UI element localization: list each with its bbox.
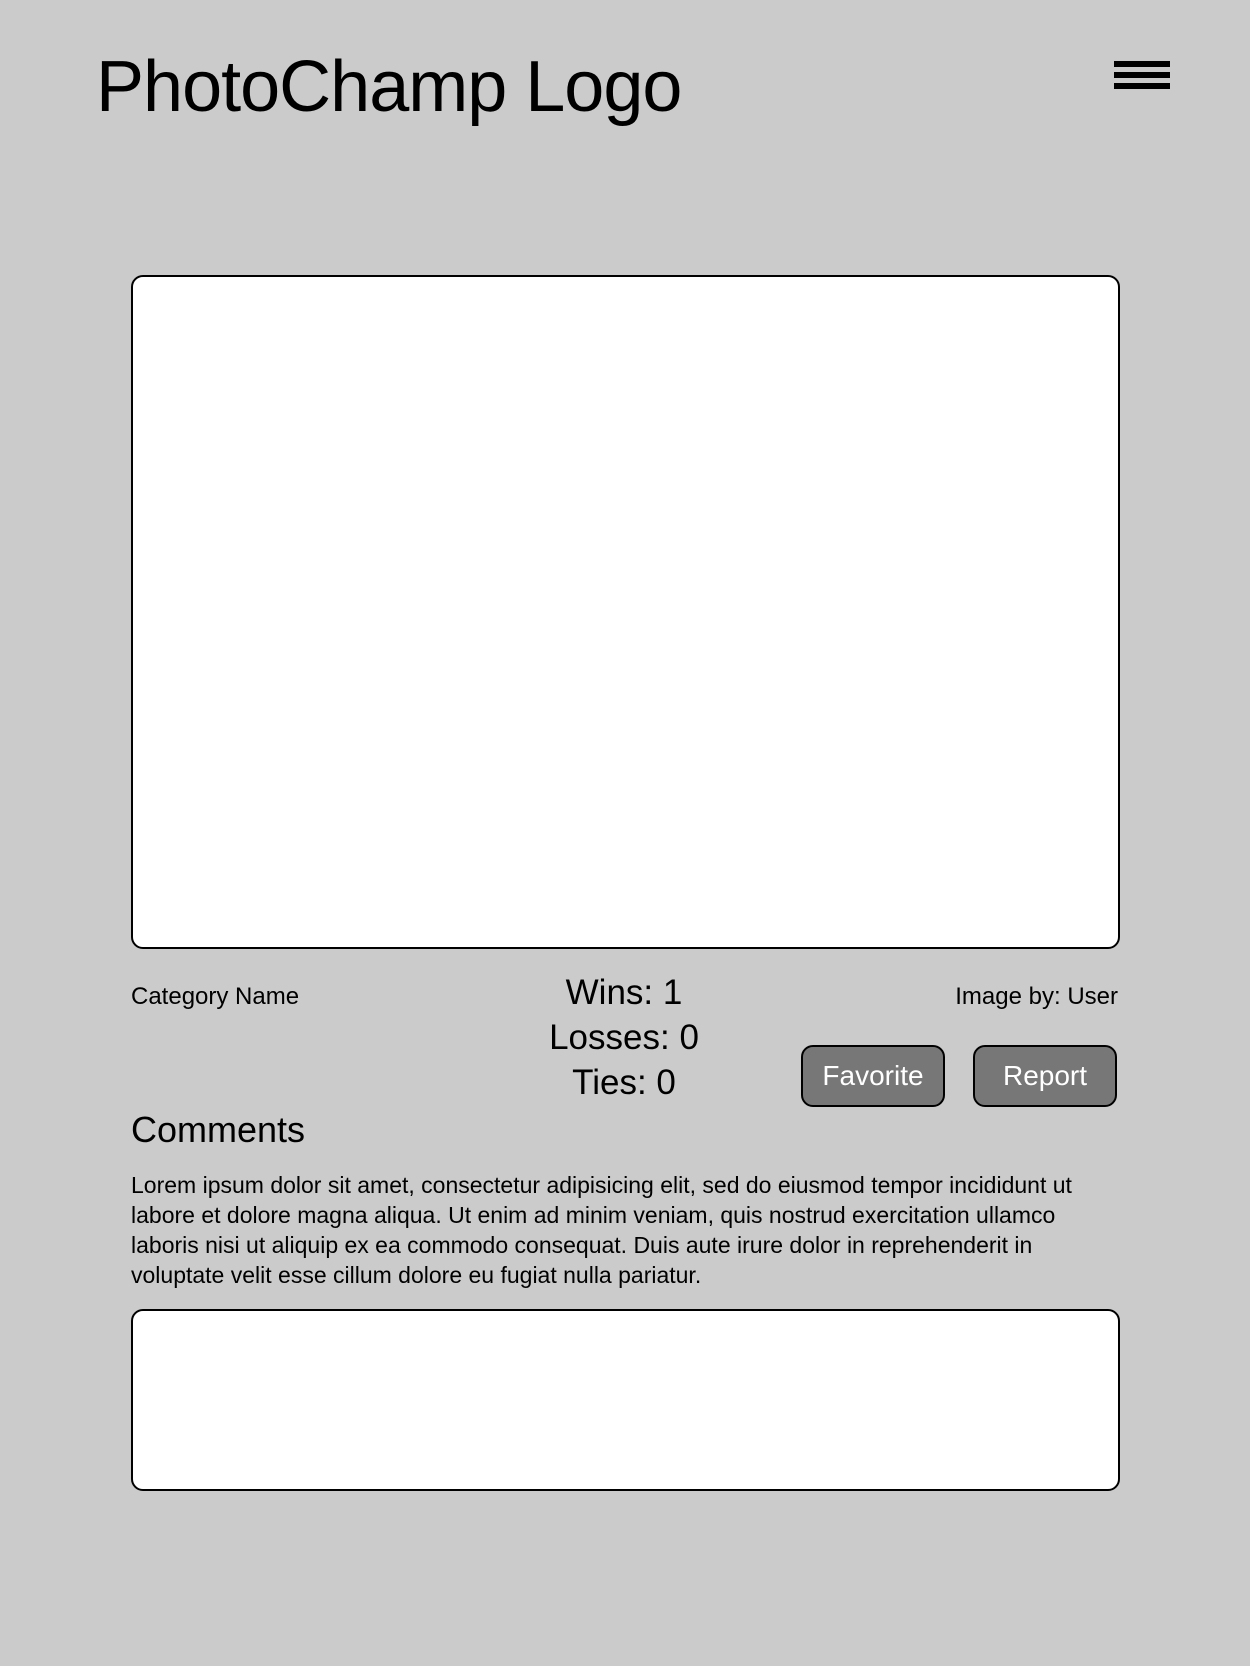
logo-text: PhotoChamp Logo bbox=[96, 47, 682, 127]
category-name: Category Name bbox=[131, 983, 300, 1010]
wins-count: Wins: 1 bbox=[565, 973, 683, 1012]
menu-bar bbox=[1114, 61, 1170, 67]
comment-text: Lorem ipsum dolor sit amet, consectetur … bbox=[131, 1172, 1072, 1288]
image-credit: Image by: User bbox=[955, 983, 1118, 1010]
comment-input[interactable] bbox=[131, 1309, 1120, 1491]
menu-bar bbox=[1114, 83, 1170, 89]
favorite-button[interactable]: Favorite bbox=[801, 1045, 945, 1107]
match-stats: Wins: 1 Losses: 0 Ties: 0 bbox=[524, 970, 724, 1105]
hamburger-menu-icon[interactable] bbox=[1114, 59, 1172, 97]
menu-bar bbox=[1114, 72, 1170, 78]
photo-frame bbox=[131, 275, 1120, 949]
losses-count: Losses: 0 bbox=[549, 1018, 699, 1057]
comments-heading: Comments bbox=[131, 1109, 306, 1150]
ties-count: Ties: 0 bbox=[572, 1063, 676, 1102]
report-button[interactable]: Report bbox=[973, 1045, 1117, 1107]
